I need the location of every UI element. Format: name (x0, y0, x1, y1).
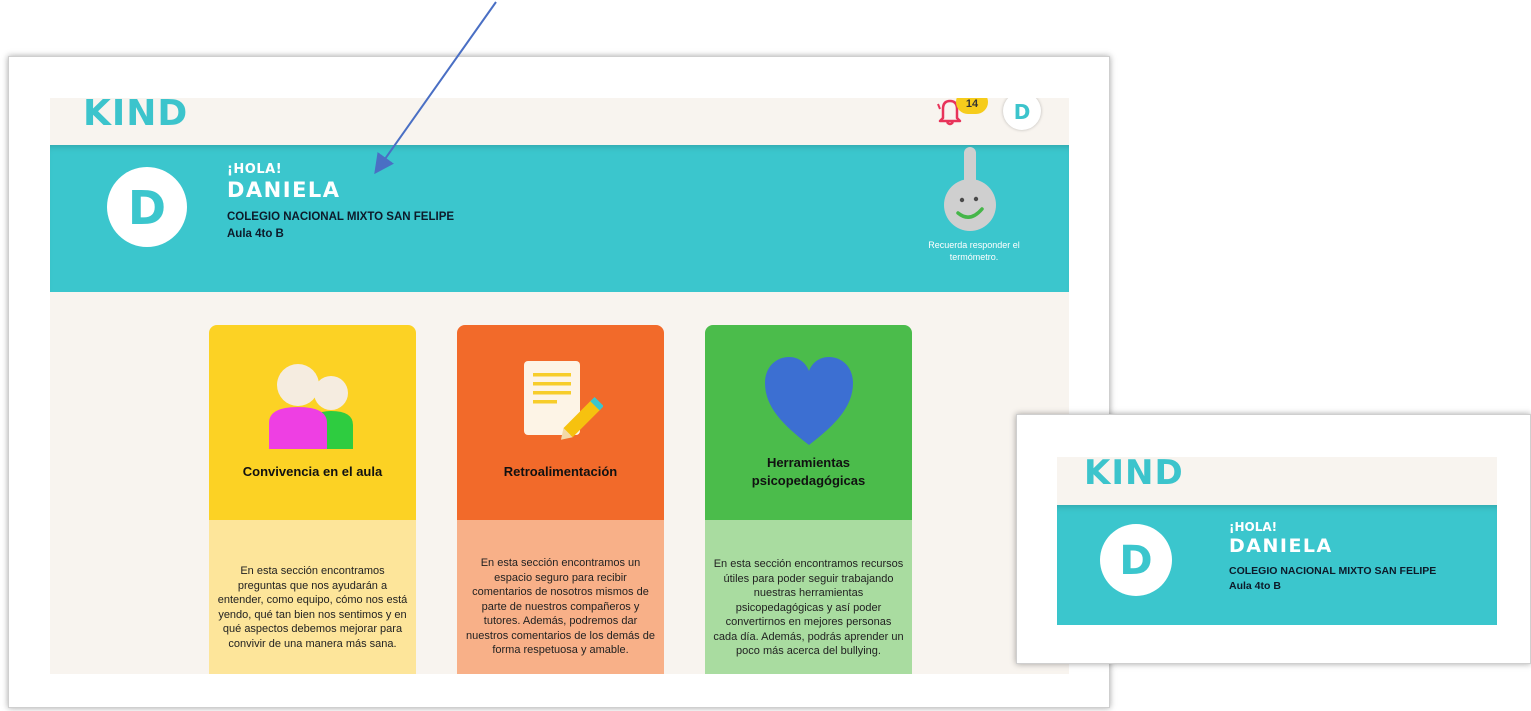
profile-avatar: D (107, 167, 187, 247)
thermometer-icon[interactable] (942, 147, 998, 235)
profile-avatar: D (1100, 524, 1172, 596)
card-title: Retroalimentación (503, 464, 618, 479)
welcome-banner: D ¡HOLA! DANIELA COLEGIO NACIONAL MIXTO … (50, 145, 1069, 292)
classroom-name: Aula 4to B (1229, 580, 1281, 592)
card-header: Convivencia en el aula (209, 325, 416, 520)
card-description: En esta sección encontramos preguntas qu… (217, 565, 408, 650)
top-bar: KIND 14 D (50, 98, 1069, 145)
zoom-inset-frame: KIND D ¡HOLA! DANIELA COLEGIO NACIONAL M… (1016, 414, 1531, 664)
people-icon (269, 364, 353, 449)
user-menu-avatar[interactable]: D (1003, 98, 1041, 130)
card-herramientas[interactable]: Herramientas psicopedagógicas En esta se… (705, 325, 912, 674)
student-name: DANIELA (227, 178, 341, 202)
zoomed-header: KIND D ¡HOLA! DANIELA COLEGIO NACIONAL M… (1057, 457, 1497, 625)
card-convivencia[interactable]: Convivencia en el aula En esta sección e… (209, 325, 416, 674)
school-name: COLEGIO NACIONAL MIXTO SAN FELIPE (1229, 565, 1437, 577)
card-description: En esta sección encontramos un espacio s… (466, 557, 655, 656)
greeting: ¡HOLA! (227, 162, 283, 177)
student-name: DANIELA (1229, 535, 1333, 557)
card-body: En esta sección encontramos un espacio s… (457, 520, 664, 674)
card-description: En esta sección encontramos recursos úti… (713, 558, 904, 657)
card-title: Herramientas psicopedagógicas (751, 455, 866, 488)
kind-app: KIND 14 D D ¡HOLA! DANIELA COLEGIO NACIO… (50, 98, 1069, 674)
classroom-name: Aula 4to B (227, 228, 284, 240)
card-body: En esta sección encontramos preguntas qu… (209, 520, 416, 674)
welcome-banner-zoomed: D ¡HOLA! DANIELA COLEGIO NACIONAL MIXTO … (1057, 505, 1497, 625)
kind-logo[interactable]: KIND (83, 98, 188, 132)
card-header: Herramientas psicopedagógicas (705, 325, 912, 520)
card-header: Retroalimentación (457, 325, 664, 520)
document-pencil-icon (524, 361, 603, 440)
card-title: Convivencia en el aula (242, 464, 383, 479)
notification-badge: 14 (956, 98, 988, 114)
card-retroalimentacion[interactable]: Retroalimentación En esta sección encont… (457, 325, 664, 674)
thermometer-reminder: Recuerda responder el termómetro. (928, 240, 1020, 262)
kind-logo: KIND (1084, 457, 1184, 493)
card-body: En esta sección encontramos recursos úti… (705, 520, 912, 674)
school-name: COLEGIO NACIONAL MIXTO SAN FELIPE (227, 211, 455, 223)
main-screenshot-frame: KIND 14 D D ¡HOLA! DANIELA COLEGIO NACIO… (8, 56, 1110, 708)
heart-icon (765, 357, 853, 445)
greeting: ¡HOLA! (1229, 520, 1278, 534)
